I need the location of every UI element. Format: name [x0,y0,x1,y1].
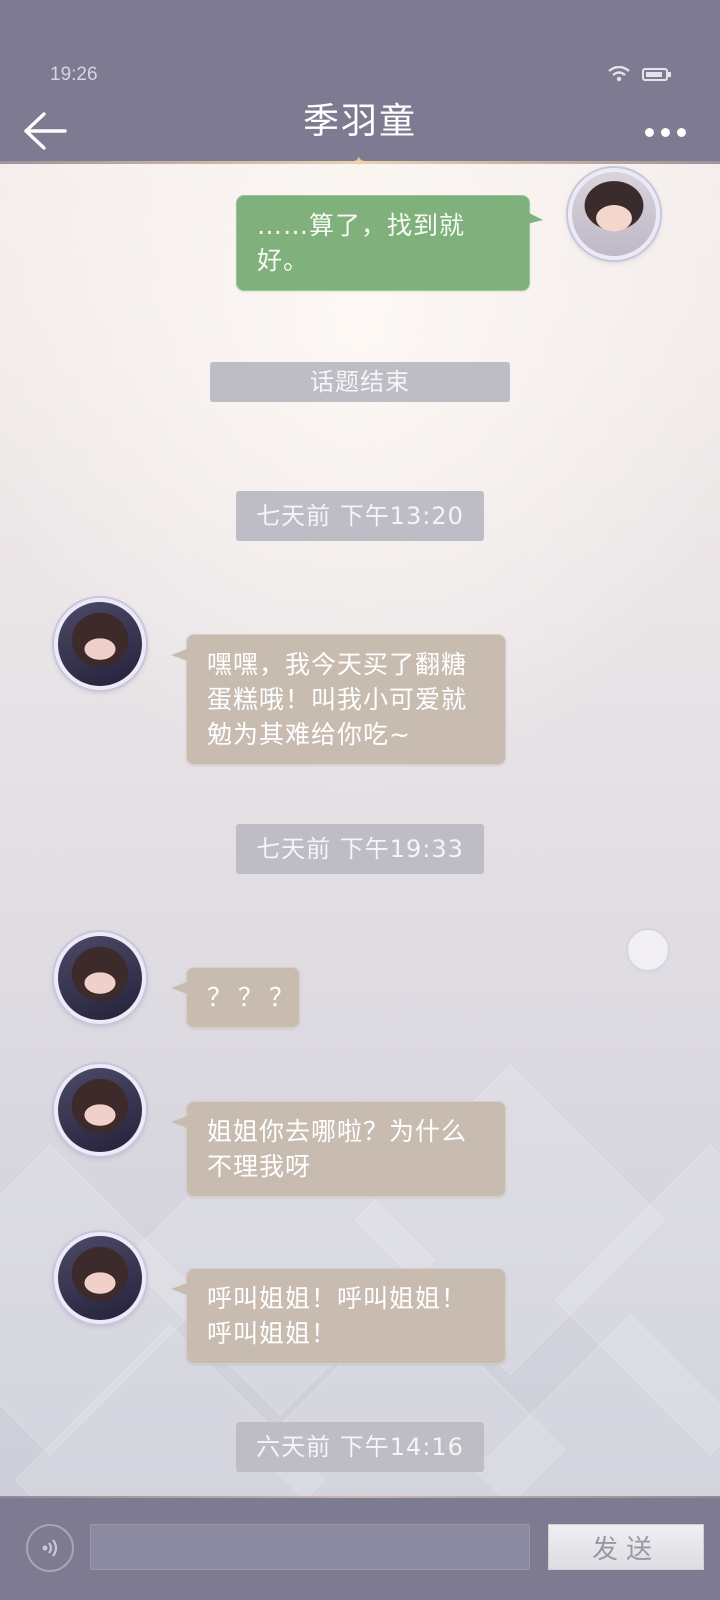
status-icons [608,66,671,82]
header-bar: 19:26 季羽童 ✦ [0,0,720,169]
topic-end-label: 话题结束 [210,362,510,402]
floating-circle-button[interactable] [626,928,670,972]
message-input[interactable] [90,1524,530,1570]
voice-icon [42,1539,58,1557]
battery-icon [642,67,671,81]
outgoing-message: ……算了，找到就好。 [236,195,543,291]
wifi-icon [608,66,630,82]
send-button[interactable]: 发送 [548,1524,704,1570]
composer-bar: 发送 [0,1496,720,1600]
contact-avatar[interactable] [54,1064,146,1156]
chat-title: 季羽童 [302,101,417,142]
contact-avatar[interactable] [54,1232,146,1324]
voice-button[interactable] [26,1524,74,1572]
sparkle-icon: ✦ [353,154,365,170]
time-divider: 七天前 下午19:33 [236,824,484,874]
contact-avatar[interactable] [54,932,146,1024]
incoming-message: ？？？ [171,967,300,1028]
incoming-message: 呼叫姐姐！呼叫姐姐！呼叫姐姐！ [171,1268,506,1364]
my-avatar[interactable] [568,168,660,260]
time-divider: 七天前 下午13:20 [236,491,484,541]
incoming-message: 姐姐你去哪啦？为什么不理我呀 [171,1101,506,1197]
incoming-message: 嘿嘿，我今天买了翻糖蛋糕哦！叫我小可爱就勉为其难给你吃~ [171,634,506,765]
time-divider: 六天前 下午14:16 [236,1422,484,1472]
status-time: 19:26 [50,64,98,85]
contact-avatar[interactable] [54,598,146,690]
more-icon[interactable] [645,128,686,137]
